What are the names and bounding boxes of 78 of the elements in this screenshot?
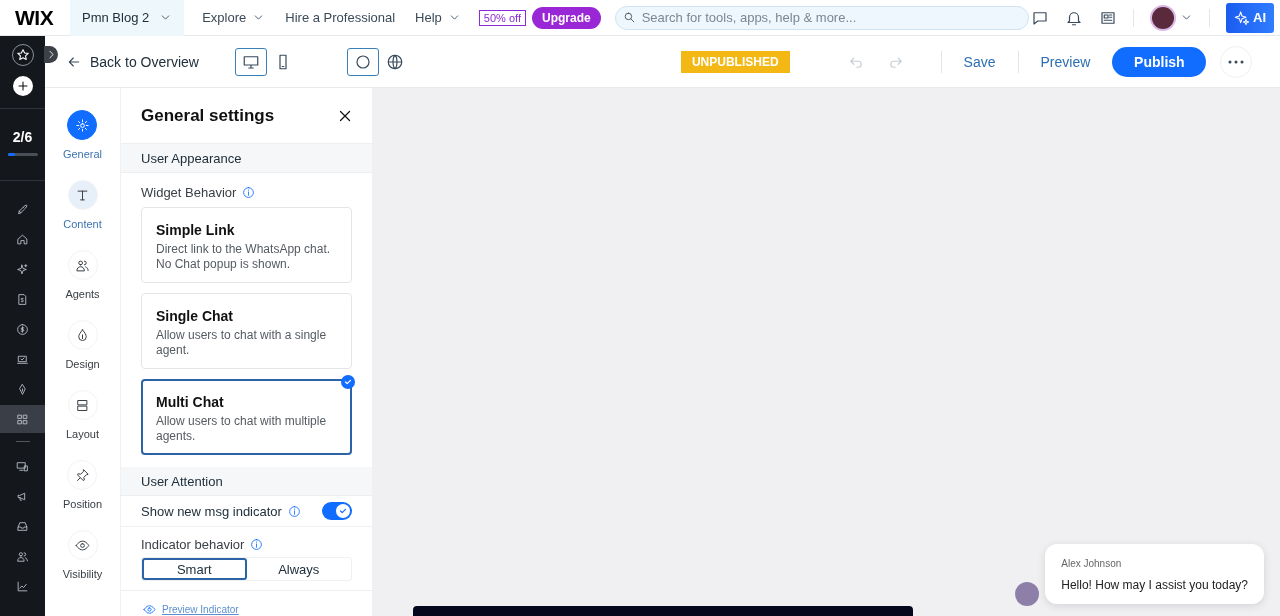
option-description: Allow users to chat with multiple agents. [156, 414, 328, 444]
device-toggle[interactable] [234, 47, 267, 76]
sidebar-item[interactable] [0, 405, 45, 433]
info-icon[interactable] [250, 538, 264, 551]
house-icon [16, 232, 29, 246]
segment-option[interactable]: Smart [142, 558, 247, 580]
section-header: User Appearance [121, 144, 372, 173]
top-menu[interactable]: Explore [192, 10, 276, 25]
tab-label[interactable]: Position [62, 498, 103, 510]
agent-name: Alex Johnson [1061, 558, 1123, 569]
tab-label[interactable]: Content [63, 218, 102, 230]
progress-count: 2/6 [12, 129, 33, 145]
search-icon [622, 10, 636, 24]
option-description: Direct link to the WhatsApp chat. No Chat popup is shown. [156, 242, 332, 272]
tab-label[interactable]: Agents [65, 288, 100, 300]
segment-option[interactable]: Always [246, 558, 351, 580]
layout-icon [75, 397, 90, 413]
save-button[interactable]: Save [941, 53, 1018, 70]
inbox-icon [16, 519, 29, 533]
add-button[interactable] [12, 76, 33, 96]
option-card[interactable]: Simple Link Direct link to the WhatsApp chat. No Chat popup is shown. [141, 207, 352, 283]
preview-link[interactable]: Preview Indicator [162, 604, 239, 615]
more-icon [1228, 59, 1245, 64]
logo[interactable]: WIX [0, 5, 70, 30]
option-card[interactable]: Single Chat Allow users to chat with a single agent. [141, 293, 352, 369]
setting-label: Show new msg indicator [141, 503, 282, 519]
option-title: Simple Link [156, 222, 236, 238]
field-label: Widget Behavior [141, 185, 237, 200]
top-menu[interactable]: Hire a Professional [275, 10, 406, 25]
eye-icon [75, 537, 90, 553]
expand-button[interactable] [44, 46, 58, 63]
status-badge: UNPUBLISHED [680, 50, 790, 73]
panel-title: General settings [141, 105, 275, 126]
tab-label[interactable]: Visibility [62, 568, 103, 580]
search-field[interactable]: Search for tools, apps, help & more... [614, 5, 1029, 30]
pen-nib-icon [16, 382, 29, 396]
site-menu[interactable]: Pmn Blog 2 [70, 0, 185, 36]
user-avatar[interactable] [1150, 4, 1176, 31]
people-icon [75, 257, 90, 273]
pin-icon [75, 467, 90, 483]
progress-bar [7, 153, 38, 156]
sparkle-icon [16, 262, 29, 276]
letter-icon [75, 187, 90, 203]
settings-tab[interactable] [67, 110, 98, 140]
option-title: Single Chat [156, 308, 234, 324]
tab-label[interactable]: Design [65, 358, 100, 370]
devices-icon [16, 459, 29, 473]
people-icon [16, 549, 29, 563]
info-icon[interactable] [287, 504, 301, 518]
dollar-icon [16, 322, 29, 336]
section-header: User Attention [121, 467, 372, 496]
ai-button[interactable]: AI [1226, 2, 1274, 33]
document-icon [16, 292, 29, 306]
option-description: Allow users to chat with a single agent. [156, 328, 328, 358]
chart-icon [16, 579, 29, 593]
view-toggle[interactable] [346, 47, 379, 76]
upgrade-button[interactable]: Upgrade [531, 6, 601, 29]
globe-icon [385, 52, 404, 71]
star-icon [14, 47, 31, 63]
grid-icon [16, 412, 29, 426]
agent-avatar [1015, 582, 1040, 606]
back-link[interactable]: Back to Overview [66, 53, 199, 70]
settings-icon [75, 117, 90, 133]
tab-label[interactable]: Layout [66, 428, 99, 440]
info-icon[interactable] [242, 186, 256, 199]
drop-icon [75, 327, 90, 343]
checkmark-icon [338, 506, 348, 516]
eye-icon [143, 603, 156, 616]
sparkle-icon [1234, 9, 1250, 26]
preview-button[interactable]: Preview [1018, 53, 1113, 70]
chat-message: Hello! How may I assist you today? [1061, 578, 1248, 592]
top-menu[interactable]: Help [405, 10, 471, 25]
toggle-switch[interactable] [322, 502, 352, 520]
option-title: Multi Chat [156, 394, 225, 410]
sale-badge: 50% off [478, 9, 526, 26]
publish-button[interactable]: Publish [1112, 46, 1207, 77]
field-label: Indicator behavior [141, 537, 245, 552]
tab-label[interactable]: General [62, 148, 103, 160]
